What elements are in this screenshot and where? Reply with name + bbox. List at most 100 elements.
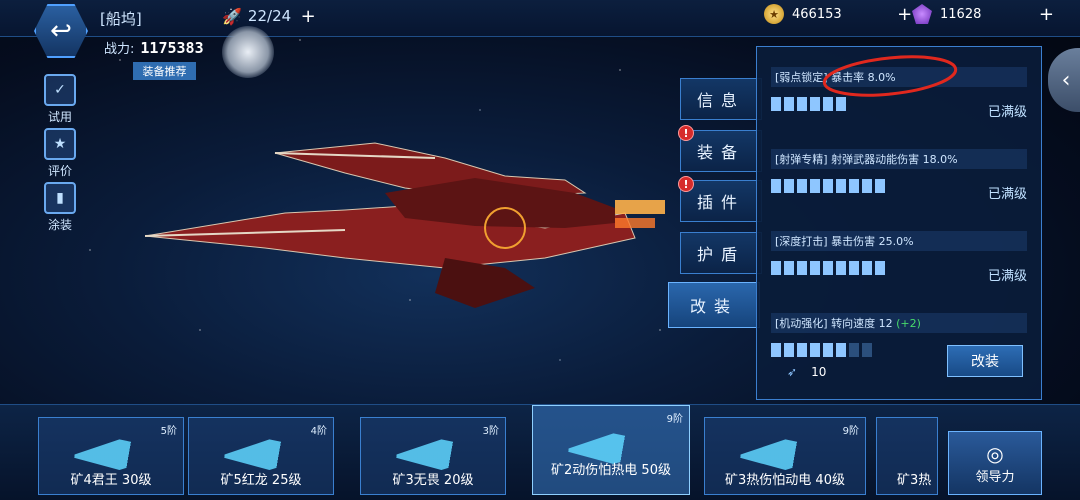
ship-tier: 3阶 bbox=[482, 426, 499, 437]
mod-row-projectile: [射弹专精] 射弹武器动能伤害 18.0% 已满级 bbox=[771, 149, 1027, 202]
ship-card[interactable]: 5阶 矿4君王 30级 bbox=[38, 417, 184, 495]
chevron-left-icon: ‹ bbox=[1061, 67, 1071, 93]
combat-power: 战力: 1175383 bbox=[104, 38, 204, 57]
sidebar-label: 评价 bbox=[47, 164, 72, 178]
coin-resource: ★ 466153 + bbox=[764, 4, 916, 25]
sidebar-label: 试用 bbox=[47, 110, 72, 124]
ship-card-selected[interactable]: 9阶 矿2动伤怕热电 50级 bbox=[532, 405, 690, 495]
rocket-icon: 🚀 bbox=[222, 6, 242, 26]
tab-shield[interactable]: 护盾 bbox=[680, 232, 762, 274]
page-title: [船坞] bbox=[100, 10, 142, 28]
level-pip-filled bbox=[849, 179, 859, 193]
add-gems-button[interactable]: + bbox=[1035, 4, 1057, 25]
ship-name: 矿3热 bbox=[897, 473, 932, 488]
planet-orb bbox=[222, 26, 274, 78]
material-count: 10 bbox=[811, 365, 827, 379]
red-circle-annotation bbox=[822, 55, 958, 97]
material-cost: ➶ 10 bbox=[787, 365, 826, 379]
level-pip-empty bbox=[849, 343, 859, 357]
spray-can-icon: ▮ bbox=[44, 182, 76, 214]
ship-name: 矿4君王 30级 bbox=[70, 473, 152, 488]
leadership-label: 领导力 bbox=[975, 469, 1015, 485]
ship-card[interactable]: 4阶 矿5红龙 25级 bbox=[188, 417, 334, 495]
ship-thumbnail bbox=[735, 439, 819, 470]
leadership-button[interactable]: ◎ 领导力 bbox=[948, 431, 1042, 495]
ship-thumbnail bbox=[391, 439, 475, 470]
mod-head: [射弹专精] 射弹武器动能伤害 18.0% bbox=[771, 149, 1027, 169]
gem-icon bbox=[912, 4, 932, 24]
ship-name: 矿2动伤怕热电 50级 bbox=[551, 463, 671, 478]
level-pip-filled bbox=[797, 97, 807, 111]
add-dock-button[interactable]: + bbox=[297, 6, 319, 27]
ship-name: 矿5红龙 25级 bbox=[220, 473, 302, 488]
level-pip-filled bbox=[771, 97, 781, 111]
compass-icon: ◎ bbox=[986, 441, 1004, 466]
power-label: 战力: bbox=[104, 42, 135, 57]
level-pip-filled bbox=[810, 343, 820, 357]
level-pip-filled bbox=[810, 261, 820, 275]
gem-value: 11628 bbox=[940, 6, 982, 22]
mod-head: [机动强化] 转向速度 12 (+2) bbox=[771, 313, 1027, 333]
tab-info[interactable]: 信息 bbox=[680, 78, 762, 120]
ship-selector-bar: 5阶 矿4君王 30级 4阶 矿5红龙 25级 3阶 矿3无畏 20级 9阶 矿… bbox=[0, 404, 1080, 500]
coin-value: 466153 bbox=[792, 6, 842, 22]
ship-card[interactable]: 9阶 矿3热伤怕动电 40级 bbox=[704, 417, 866, 495]
level-pip-filled bbox=[862, 179, 872, 193]
tab-modify[interactable]: 改装 bbox=[668, 282, 760, 328]
equipment-alert-badge: ! bbox=[678, 125, 694, 141]
level-pip-filled bbox=[836, 343, 846, 357]
mod-row-deep-strike: [深度打击] 暴击伤害 25.0% 已满级 bbox=[771, 231, 1027, 284]
sidebar-item-review[interactable]: ★ 评价 bbox=[38, 128, 82, 179]
level-pip-filled bbox=[784, 179, 794, 193]
checkbox-icon: ✓ bbox=[44, 74, 76, 106]
level-pip-filled bbox=[771, 179, 781, 193]
level-pip-filled bbox=[849, 261, 859, 275]
ship-name: 矿3热伤怕动电 40级 bbox=[725, 473, 845, 488]
level-pip-filled bbox=[823, 179, 833, 193]
sidebar-item-paint[interactable]: ▮ 涂装 bbox=[38, 182, 82, 233]
dock-count-value: 22/24 bbox=[247, 7, 292, 25]
material-icon: ➶ bbox=[787, 365, 798, 379]
mod-status: 已满级 bbox=[987, 269, 1027, 284]
level-pip-filled bbox=[836, 179, 846, 193]
ship-thumbnail bbox=[69, 439, 153, 470]
star-icon: ★ bbox=[44, 128, 76, 160]
mod-bonus: (+2) bbox=[896, 316, 921, 330]
dock-count: 🚀 22/24 + bbox=[222, 6, 319, 27]
ship-card-partial[interactable]: 矿3热 bbox=[876, 417, 938, 495]
ship-tier: 9阶 bbox=[666, 414, 683, 425]
level-pip-filled bbox=[784, 261, 794, 275]
level-pip-filled bbox=[810, 97, 820, 111]
mod-head-text: [机动强化] 转向速度 12 bbox=[775, 317, 893, 330]
level-pip-filled bbox=[771, 343, 781, 357]
level-pip-filled bbox=[797, 179, 807, 193]
level-pip-filled bbox=[771, 261, 781, 275]
gem-resource: 11628 + bbox=[912, 4, 1057, 25]
level-pip-filled bbox=[823, 261, 833, 275]
plugin-alert-badge: ! bbox=[678, 176, 694, 192]
back-arrow-icon: ↩ bbox=[50, 16, 72, 46]
level-pip-filled bbox=[810, 179, 820, 193]
level-pip-filled bbox=[784, 343, 794, 357]
mod-status: 已满级 bbox=[987, 105, 1027, 120]
level-pip-filled bbox=[862, 261, 872, 275]
ship-card[interactable]: 3阶 矿3无畏 20级 bbox=[360, 417, 506, 495]
power-value: 1175383 bbox=[140, 39, 204, 57]
level-pip-filled bbox=[875, 179, 885, 193]
level-pip-filled bbox=[797, 343, 807, 357]
ship-tier: 9阶 bbox=[842, 426, 859, 437]
level-pip-filled bbox=[784, 97, 794, 111]
ship-tier: 4阶 bbox=[310, 426, 327, 437]
ship-name: 矿3无畏 20级 bbox=[392, 473, 474, 488]
level-pip-filled bbox=[875, 261, 885, 275]
modify-button[interactable]: 改装 bbox=[947, 345, 1023, 377]
coin-icon: ★ bbox=[764, 4, 784, 24]
equipment-recommend-button[interactable]: 装备推荐 bbox=[133, 62, 196, 80]
mod-head: [深度打击] 暴击伤害 25.0% bbox=[771, 231, 1027, 251]
top-bar: [船坞] 🚀 22/24 + ★ 466153 + 11628 + bbox=[0, 0, 1080, 37]
sidebar-item-trial[interactable]: ✓ 试用 bbox=[38, 74, 82, 125]
level-pip-filled bbox=[823, 343, 833, 357]
spaceship-model bbox=[145, 142, 665, 308]
level-pip-empty bbox=[862, 343, 872, 357]
ship-thumbnail bbox=[219, 439, 303, 470]
